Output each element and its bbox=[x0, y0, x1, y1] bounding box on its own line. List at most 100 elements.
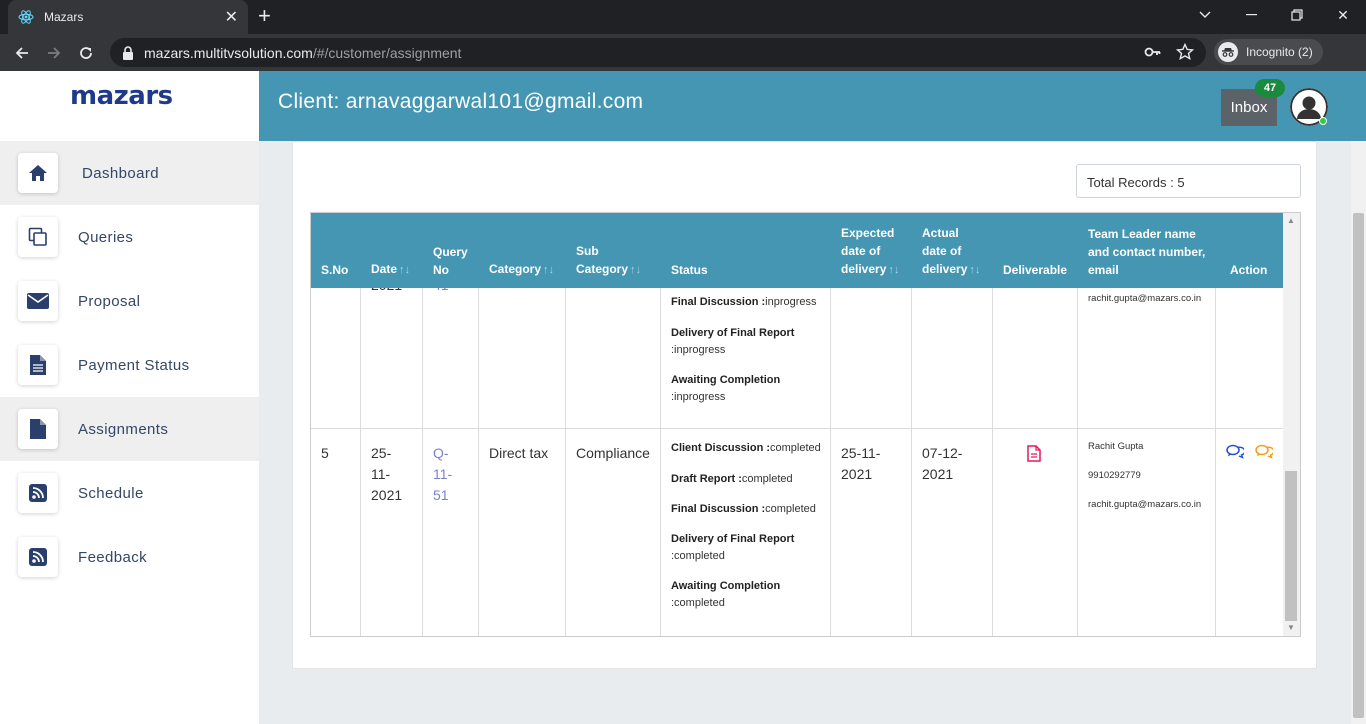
status-item: Delivery of Final Report:inprogress bbox=[671, 327, 795, 356]
envelope-icon bbox=[18, 281, 58, 321]
tab-search-chevron-icon[interactable] bbox=[1182, 0, 1228, 30]
sidebar-item-feedback[interactable]: Feedback bbox=[0, 525, 259, 589]
team-leader-email: rachit.gupta@mazars.co.in bbox=[1088, 499, 1202, 510]
sidebar-item-queries[interactable]: Queries bbox=[0, 205, 259, 269]
sidebar-item-dashboard[interactable]: Dashboard bbox=[0, 141, 259, 205]
url-host: mazars.multitvsolution.com bbox=[144, 44, 313, 61]
browser-tab-strip: Mazars ✕ + ✕ bbox=[0, 0, 1366, 34]
sidebar-item-assignments[interactable]: Assignments bbox=[0, 397, 259, 461]
table-body: 2021 41 Final Discussion :inprogress Del… bbox=[311, 288, 1283, 636]
status-item: Delivery of Final Report:completed bbox=[671, 533, 795, 562]
sort-icon: ↑↓ bbox=[888, 264, 900, 276]
total-records: Total Records : 5 bbox=[1076, 164, 1301, 198]
status-item: Awaiting Completion:completed bbox=[671, 580, 781, 609]
mazars-logo: mazars bbox=[70, 81, 173, 111]
status-item: Final Discussion :completed bbox=[671, 503, 816, 515]
col-expected-delivery[interactable]: Expected date of delivery ↑↓ bbox=[841, 224, 899, 279]
sidebar-item-label: Payment Status bbox=[78, 356, 190, 374]
sidebar-item-label: Queries bbox=[78, 228, 134, 246]
assignments-card: Total Records : 5 S.No Date ↑↓ Query No Ca… bbox=[292, 141, 1317, 669]
incognito-indicator[interactable]: Incognito (2) bbox=[1214, 39, 1323, 65]
tab-title: Mazars bbox=[44, 10, 84, 24]
key-icon[interactable] bbox=[1144, 43, 1162, 66]
sort-icon: ↑↓ bbox=[630, 264, 642, 276]
url-path: /#/customer/assignment bbox=[312, 44, 462, 61]
browser-tab[interactable]: Mazars ✕ bbox=[8, 0, 248, 34]
page-scrollbar-thumb[interactable] bbox=[1353, 213, 1364, 718]
scroll-up-arrow-icon[interactable]: ▲ bbox=[1287, 216, 1295, 225]
incognito-label: Incognito (2) bbox=[1246, 45, 1313, 59]
file-icon bbox=[18, 409, 58, 449]
chat-orange-icon[interactable] bbox=[1255, 444, 1275, 464]
status-item: Awaiting Completion:inprogress bbox=[671, 374, 781, 403]
page-title: Client: arnavaggarwal101@gmail.com bbox=[278, 90, 644, 113]
new-tab-icon[interactable]: + bbox=[258, 4, 271, 28]
status-item: Final Discussion :inprogress bbox=[671, 296, 817, 308]
top-header: Client: arnavaggarwal101@gmail.com Inbox… bbox=[259, 71, 1366, 141]
back-icon[interactable] bbox=[9, 40, 35, 66]
sub-category-cell: Compliance bbox=[576, 445, 650, 461]
close-window-icon[interactable]: ✕ bbox=[1320, 0, 1366, 30]
reload-icon[interactable] bbox=[73, 40, 99, 66]
col-actual-delivery[interactable]: Actual date of delivery ↑↓ bbox=[922, 224, 980, 279]
status-item: Draft Report :completed bbox=[671, 473, 793, 485]
sidebar-item-label: Schedule bbox=[78, 484, 144, 502]
col-date[interactable]: Date ↑↓ bbox=[371, 260, 410, 279]
online-status-dot bbox=[1319, 117, 1327, 125]
sidebar-item-label: Assignments bbox=[78, 420, 169, 438]
sidebar-item-payment-status[interactable]: Payment Status bbox=[0, 333, 259, 397]
team-leader-name: Rachit Gupta bbox=[1088, 441, 1144, 452]
col-deliverable: Deliverable bbox=[1003, 263, 1068, 277]
col-sub-category[interactable]: Sub Category ↑↓ bbox=[576, 242, 641, 279]
assignments-table: S.No Date ↑↓ Query No Category ↑↓ Sub Catego… bbox=[310, 212, 1301, 637]
actual-delivery-cell: 07-12- 2021 bbox=[922, 445, 963, 482]
sort-icon: ↑↓ bbox=[969, 264, 981, 276]
rss-icon bbox=[18, 473, 58, 513]
chat-blue-icon[interactable] bbox=[1226, 444, 1246, 464]
col-query-no: Query No bbox=[433, 245, 468, 277]
table-header: S.No Date ↑↓ Query No Category ↑↓ Sub Catego… bbox=[311, 213, 1283, 288]
sidebar-item-schedule[interactable]: Schedule bbox=[0, 461, 259, 525]
col-category[interactable]: Category ↑↓ bbox=[489, 260, 554, 279]
category-cell: Direct tax bbox=[489, 445, 549, 461]
col-status: Status bbox=[671, 263, 708, 277]
table-scrollbar-thumb[interactable] bbox=[1285, 471, 1297, 621]
forward-icon[interactable] bbox=[41, 40, 67, 66]
date-cell: 25- 11- 2021 bbox=[371, 445, 403, 503]
sort-icon: ↑↓ bbox=[543, 264, 555, 276]
sidebar-item-label: Proposal bbox=[78, 292, 141, 310]
col-team-leader: Team Leader name and contact number, email bbox=[1088, 227, 1206, 277]
sno-cell: 5 bbox=[321, 445, 329, 461]
team-leader-phone: 9910292779 bbox=[1088, 470, 1141, 481]
home-icon bbox=[18, 153, 58, 193]
bookmark-star-icon[interactable] bbox=[1175, 42, 1195, 66]
restore-icon[interactable] bbox=[1274, 0, 1320, 30]
table-scrollbar[interactable]: ▲ ▼ bbox=[1283, 213, 1300, 636]
file-text-icon bbox=[18, 345, 58, 385]
address-toolbar: mazars.multitvsolution.com/#/customer/as… bbox=[0, 34, 1366, 95]
date-cell: 2021 bbox=[371, 288, 402, 296]
inbox-count-badge: 47 bbox=[1255, 79, 1285, 97]
sidebar-item-proposal[interactable]: Proposal bbox=[0, 269, 259, 333]
status-item: Client Discussion :completed bbox=[671, 442, 821, 454]
react-favicon-icon bbox=[18, 9, 34, 25]
query-link[interactable]: Q- 11- 51 bbox=[433, 443, 452, 506]
sidebar-item-label: Feedback bbox=[78, 548, 148, 566]
incognito-icon bbox=[1218, 42, 1238, 62]
copy-icon bbox=[18, 217, 58, 257]
tab-close-icon[interactable]: ✕ bbox=[225, 7, 238, 27]
scroll-down-arrow-icon[interactable]: ▼ bbox=[1287, 623, 1295, 632]
query-link[interactable]: 41 bbox=[433, 288, 449, 296]
deliverable-file-icon[interactable] bbox=[1027, 445, 1041, 467]
minimize-icon[interactable] bbox=[1228, 0, 1274, 30]
sidebar: mazars Dashboard Queries Proposal Paymen… bbox=[0, 71, 259, 724]
expected-delivery-cell: 25-11- 2021 bbox=[841, 445, 881, 482]
page-scrollbar[interactable] bbox=[1351, 141, 1366, 724]
url-bar[interactable]: mazars.multitvsolution.com/#/customer/as… bbox=[110, 38, 1206, 67]
lock-icon[interactable] bbox=[122, 45, 136, 60]
team-leader-email: rachit.gupta@mazars.co.in bbox=[1088, 293, 1202, 304]
sort-icon: ↑↓ bbox=[399, 264, 411, 276]
col-sno: S.No bbox=[321, 263, 349, 277]
rss-icon bbox=[18, 537, 58, 577]
sidebar-item-label: Dashboard bbox=[82, 164, 159, 182]
